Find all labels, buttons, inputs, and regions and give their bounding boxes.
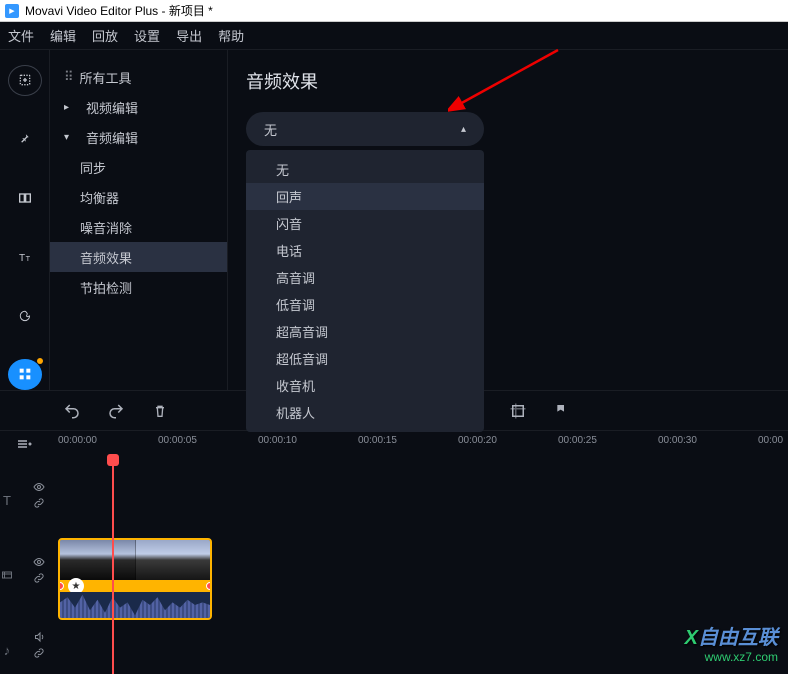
option-low-pitch[interactable]: 低音调 <box>246 291 484 318</box>
chevron-up-icon: ▴ <box>461 124 466 135</box>
time-tick: 00:00:20 <box>458 435 497 446</box>
sidebar-label: 音频效果 <box>80 248 132 267</box>
clip-waveform <box>60 592 210 618</box>
option-flash[interactable]: 闪音 <box>246 210 484 237</box>
text-track-icon: T <box>0 480 14 520</box>
option-robot[interactable]: 机器人 <box>246 399 484 426</box>
sidebar-label: 节拍检测 <box>80 278 132 297</box>
tool-rail: TT <box>0 50 50 390</box>
menu-file[interactable]: 文件 <box>8 26 34 45</box>
more-tools-button[interactable] <box>8 359 42 390</box>
undo-button[interactable] <box>60 402 84 420</box>
sidebar-audio-edit[interactable]: ▾ 音频编辑 <box>50 122 227 152</box>
effect-dropdown[interactable]: 无 ▴ <box>246 112 484 146</box>
sidebar-label: 音频编辑 <box>86 128 138 147</box>
main-area: TT ⠿ 所有工具 ▸ 视频编辑 ▾ 音频编辑 同步 均衡器 噪音消除 <box>0 50 788 390</box>
titlebar: Movavi Video Editor Plus - 新项目 * <box>0 0 788 22</box>
timeline-tracks: T ♪ ★ <box>0 460 788 674</box>
clip-handle-right[interactable] <box>206 582 212 590</box>
playhead[interactable] <box>112 460 114 674</box>
eye-icon[interactable] <box>33 556 45 568</box>
video-track-controls <box>14 540 64 600</box>
tools-sidebar: ⠿ 所有工具 ▸ 视频编辑 ▾ 音频编辑 同步 均衡器 噪音消除 音频效果 节拍… <box>50 50 228 390</box>
option-phone[interactable]: 电话 <box>246 237 484 264</box>
clip-thumbnail <box>60 540 210 580</box>
menubar: 文件 编辑 回放 设置 导出 帮助 <box>0 22 788 50</box>
speaker-icon[interactable] <box>33 631 45 643</box>
sidebar-label: 同步 <box>80 158 106 177</box>
pin-button[interactable] <box>8 124 42 155</box>
menu-playback[interactable]: 回放 <box>92 26 118 45</box>
eye-icon[interactable] <box>33 481 45 493</box>
option-ultra-low[interactable]: 超低音调 <box>246 345 484 372</box>
time-tick: 00:00:00 <box>58 435 97 446</box>
effects-panel: 音频效果 无 ▴ 无 回声 闪音 电话 高音调 低音调 超高音调 超低音调 收音… <box>228 50 788 390</box>
menu-help[interactable]: 帮助 <box>218 26 244 45</box>
sidebar-all-tools[interactable]: ⠿ 所有工具 <box>50 62 227 92</box>
video-clip[interactable]: ★ <box>58 538 212 620</box>
sidebar-equalizer[interactable]: 均衡器 <box>50 182 227 212</box>
time-tick: 00:00:30 <box>658 435 697 446</box>
window-title: Movavi Video Editor Plus - 新项目 * <box>25 2 213 19</box>
clip-handle-left[interactable] <box>58 582 64 590</box>
clip-separator: ★ <box>60 580 210 592</box>
sidebar-video-edit[interactable]: ▸ 视频编辑 <box>50 92 227 122</box>
svg-text:T: T <box>25 254 30 263</box>
sidebar-label: 噪音消除 <box>80 218 132 237</box>
marker-button[interactable] <box>550 403 574 419</box>
option-radio[interactable]: 收音机 <box>246 372 484 399</box>
chevron-down-icon: ▾ <box>64 132 78 143</box>
chevron-right-icon: ▸ <box>64 102 78 113</box>
panel-title: 音频效果 <box>246 68 770 94</box>
redo-button[interactable] <box>104 402 128 420</box>
time-tick: 00:00:05 <box>158 435 197 446</box>
menu-settings[interactable]: 设置 <box>134 26 160 45</box>
crop-button[interactable] <box>506 402 530 420</box>
link-icon[interactable] <box>33 647 45 659</box>
grip-icon: ⠿ <box>64 69 74 85</box>
text-track-controls <box>14 475 64 515</box>
effect-dropdown-list: 无 回声 闪音 电话 高音调 低音调 超高音调 超低音调 收音机 机器人 <box>246 150 484 432</box>
option-ultra-high[interactable]: 超高音调 <box>246 318 484 345</box>
audio-track-icon: ♪ <box>0 630 14 670</box>
sidebar-audio-effects[interactable]: 音频效果 <box>50 242 227 272</box>
option-echo[interactable]: 回声 <box>246 183 484 210</box>
video-track-icon <box>0 545 14 605</box>
sidebar-label: 视频编辑 <box>86 98 138 117</box>
sidebar-label: 所有工具 <box>80 68 132 87</box>
add-media-button[interactable] <box>8 65 42 96</box>
sidebar-sync[interactable]: 同步 <box>50 152 227 182</box>
link-icon[interactable] <box>33 572 45 584</box>
delete-button[interactable] <box>148 403 172 419</box>
time-tick: 00:00 <box>758 435 783 446</box>
svg-text:T: T <box>19 253 25 264</box>
add-track-button[interactable] <box>15 435 33 456</box>
option-high-pitch[interactable]: 高音调 <box>246 264 484 291</box>
menu-export[interactable]: 导出 <box>176 26 202 45</box>
sidebar-beat-detection[interactable]: 节拍检测 <box>50 272 227 302</box>
sidebar-noise-removal[interactable]: 噪音消除 <box>50 212 227 242</box>
time-tick: 00:00:10 <box>258 435 297 446</box>
transitions-button[interactable] <box>8 183 42 214</box>
audio-track-controls <box>14 625 64 665</box>
link-icon[interactable] <box>33 497 45 509</box>
titles-button[interactable]: TT <box>8 241 42 272</box>
stickers-button[interactable] <box>8 300 42 331</box>
option-none[interactable]: 无 <box>246 156 484 183</box>
effect-dropdown-wrap: 无 ▴ 无 回声 闪音 电话 高音调 低音调 超高音调 超低音调 收音机 机器人 <box>246 112 484 146</box>
menu-edit[interactable]: 编辑 <box>50 26 76 45</box>
dropdown-value: 无 <box>264 120 277 139</box>
time-tick: 00:00:25 <box>558 435 597 446</box>
sidebar-label: 均衡器 <box>80 188 119 207</box>
app-icon <box>5 4 19 18</box>
time-tick: 00:00:15 <box>358 435 397 446</box>
